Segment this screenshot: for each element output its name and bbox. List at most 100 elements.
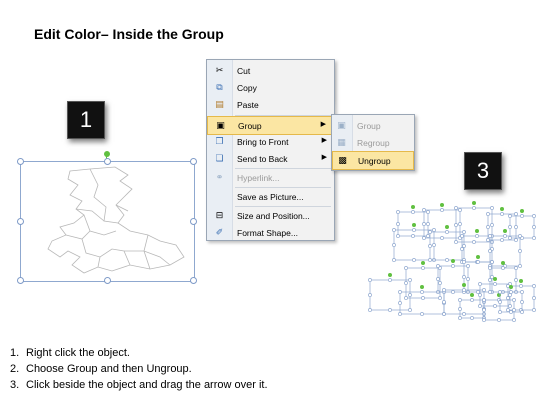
- menu-item-size-and-position[interactable]: ⊟ Size and Position...: [207, 207, 334, 224]
- piece-resize-handle: [458, 208, 462, 212]
- piece-rotation-handle: [475, 229, 479, 233]
- menu-item-label: Send to Back: [237, 154, 288, 164]
- menu-item-format-shape[interactable]: ✐ Format Shape...: [207, 224, 334, 241]
- piece-resize-handle: [520, 214, 524, 218]
- send-to-back-icon: ❏: [215, 153, 224, 163]
- piece-resize-handle: [398, 301, 402, 305]
- piece-rotation-handle: [501, 261, 505, 265]
- resize-handle[interactable]: [104, 277, 111, 284]
- piece-resize-handle: [451, 264, 455, 268]
- piece-resize-handle: [411, 210, 415, 214]
- resize-handle[interactable]: [190, 158, 197, 165]
- menu-item-hyperlink[interactable]: ⚭ Hyperlink...: [207, 169, 334, 186]
- piece-resize-handle: [442, 300, 446, 304]
- group-icon: ▣: [337, 120, 346, 130]
- piece-resize-handle: [436, 264, 440, 268]
- piece-resize-handle: [532, 225, 536, 229]
- menu-item-save-as-picture[interactable]: Save as Picture...: [207, 188, 334, 205]
- piece-resize-handle: [509, 310, 513, 314]
- piece-resize-handle: [388, 308, 392, 312]
- piece-resize-handle: [488, 278, 492, 282]
- scissors-icon: ✂: [215, 65, 224, 75]
- resize-handle[interactable]: [17, 218, 24, 225]
- piece-resize-handle: [412, 228, 416, 232]
- piece-resize-handle: [482, 298, 486, 302]
- piece-resize-handle: [420, 290, 424, 294]
- piece-resize-handle: [476, 290, 480, 294]
- piece-resize-handle: [462, 312, 466, 316]
- piece-resize-handle: [458, 222, 462, 226]
- menu-item-copy[interactable]: ⧉ Copy: [207, 79, 334, 96]
- piece-resize-handle: [497, 318, 501, 322]
- piece-resize-handle: [488, 290, 492, 294]
- piece-rotation-handle: [451, 259, 455, 263]
- piece-resize-handle: [488, 249, 492, 253]
- menu-item-label: Hyperlink...: [237, 173, 280, 183]
- piece-selection-box: [399, 291, 445, 315]
- step-badge-1: 1: [67, 101, 105, 139]
- piece-resize-handle: [508, 236, 512, 240]
- piece-resize-handle: [514, 266, 518, 270]
- piece-resize-handle: [368, 293, 372, 297]
- piece-rotation-handle: [462, 283, 466, 287]
- menu-item-label: Paste: [237, 100, 259, 110]
- resize-handle[interactable]: [104, 158, 111, 165]
- piece-resize-handle: [514, 278, 518, 282]
- menu-item-paste[interactable]: ▤ Paste: [207, 96, 334, 113]
- resize-handle[interactable]: [190, 277, 197, 284]
- piece-resize-handle: [532, 284, 536, 288]
- menu-item-send-to-back[interactable]: ❏ Send to Back ▶: [207, 150, 334, 167]
- piece-resize-handle: [520, 300, 524, 304]
- resize-handle[interactable]: [190, 218, 197, 225]
- submenu-item-label: Ungroup: [358, 156, 391, 166]
- piece-resize-handle: [490, 260, 494, 264]
- resize-handle[interactable]: [17, 277, 24, 284]
- menu-item-label: Bring to Front: [237, 137, 289, 147]
- regroup-icon: ▦: [337, 137, 346, 147]
- piece-rotation-handle: [388, 273, 392, 277]
- piece-rotation-handle: [420, 285, 424, 289]
- piece-selection-box: [507, 285, 535, 311]
- piece-rotation-handle: [412, 223, 416, 227]
- submenu-item-label: Regroup: [357, 138, 390, 148]
- rotation-handle[interactable]: [104, 151, 110, 157]
- piece-resize-handle: [421, 266, 425, 270]
- piece-resize-handle: [368, 278, 372, 282]
- piece-resize-handle: [478, 304, 482, 308]
- piece-resize-handle: [428, 230, 432, 234]
- piece-resize-handle: [470, 316, 474, 320]
- piece-resize-handle: [482, 318, 486, 322]
- menu-item-bring-to-front[interactable]: ❐ Bring to Front ▶: [207, 133, 334, 150]
- submenu-item-group[interactable]: ▣ Group: [332, 117, 414, 134]
- menu-item-cut[interactable]: ✂ Cut: [207, 62, 334, 79]
- piece-resize-handle: [436, 277, 440, 281]
- piece-resize-handle: [412, 258, 416, 262]
- piece-resize-handle: [520, 290, 524, 294]
- piece-resize-handle: [498, 290, 502, 294]
- resize-handle[interactable]: [17, 158, 24, 165]
- piece-resize-handle: [508, 225, 512, 229]
- piece-resize-handle: [466, 264, 470, 268]
- submenu-item-ungroup[interactable]: ▩ Ungroup: [332, 151, 414, 170]
- piece-resize-handle: [398, 290, 402, 294]
- piece-resize-handle: [460, 234, 464, 238]
- piece-resize-handle: [462, 244, 466, 248]
- piece-resize-handle: [500, 238, 504, 242]
- submenu-item-regroup[interactable]: ▦ Regroup: [332, 134, 414, 151]
- piece-resize-handle: [506, 308, 510, 312]
- piece-rotation-handle: [520, 209, 524, 213]
- piece-resize-handle: [462, 275, 466, 279]
- piece-resize-handle: [482, 308, 486, 312]
- piece-rotation-handle: [493, 277, 497, 281]
- piece-resize-handle: [519, 284, 523, 288]
- piece-resize-handle: [422, 208, 426, 212]
- piece-rotation-handle: [476, 255, 480, 259]
- piece-resize-handle: [428, 244, 432, 248]
- piece-selection-box: [509, 215, 535, 239]
- instruction-step: 1. Right click the object.: [10, 347, 130, 359]
- piece-resize-handle: [466, 277, 470, 281]
- piece-resize-handle: [520, 310, 524, 314]
- ungroup-icon: ▩: [338, 155, 347, 165]
- piece-rotation-handle: [500, 207, 504, 211]
- piece-resize-handle: [392, 228, 396, 232]
